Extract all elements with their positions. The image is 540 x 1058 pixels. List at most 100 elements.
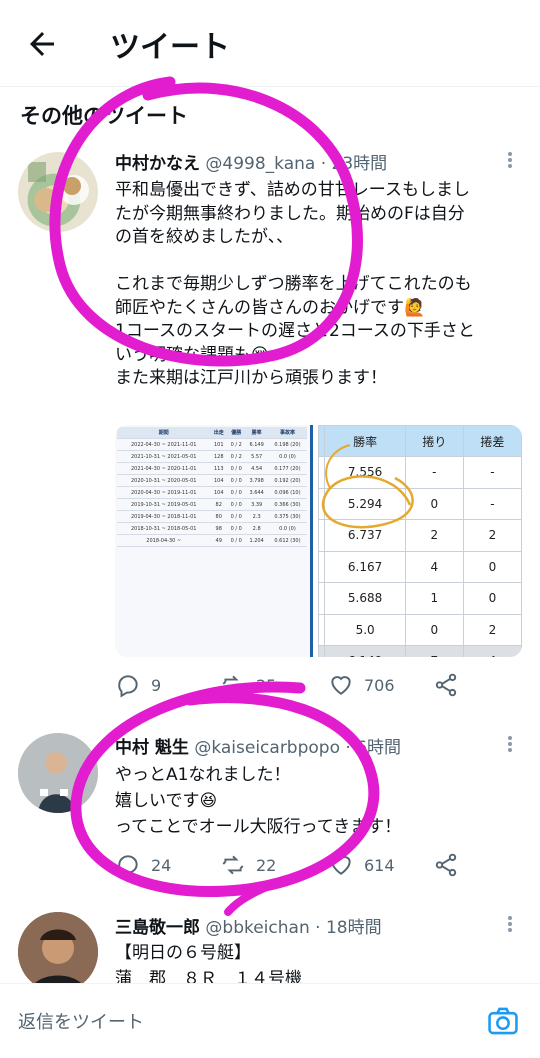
retweet-button[interactable]: 22 — [220, 852, 276, 878]
table-cell: 6.149 — [324, 645, 406, 657]
table-cell: - — [462, 487, 522, 520]
avatar-illustration-icon — [28, 162, 89, 212]
like-count: 706 — [364, 675, 395, 695]
table-cell: 3.39 — [245, 498, 268, 511]
column-header: 捲り — [404, 425, 464, 457]
table-cell: 3.798 — [245, 474, 268, 487]
table-cell: - — [404, 456, 464, 489]
stats-image-left[interactable]: 期間 出走 優勝 勝率 事故率 2022-04-30 ~ 2021-11-01 101 0 /… — [115, 425, 313, 657]
separator: · — [320, 154, 327, 174]
author-handle[interactable]: @kaiseicarbpopo — [194, 738, 340, 758]
reply-icon — [118, 855, 138, 878]
table-cell: 5.688 — [324, 582, 406, 615]
tweet-line — [115, 250, 525, 274]
tweet-actions: 24 22 614 — [115, 852, 535, 882]
timestamp[interactable]: 23時間 — [332, 154, 388, 174]
table-cell: 6.149 — [245, 438, 268, 451]
tweet-media[interactable]: 期間 出走 優勝 勝率 事故率 2022-04-30 ~ 2021-11-01 101 0 /… — [115, 425, 522, 657]
table-cell: 5.57 — [245, 450, 268, 463]
table-cell: 0.192 (20) — [267, 474, 307, 487]
table-cell: 113 — [210, 462, 228, 475]
avatar-photo-icon — [18, 733, 98, 813]
column-header: 出走 — [210, 427, 228, 439]
author-name[interactable]: 中村 魁生 — [115, 738, 189, 758]
table-cell: 2 — [462, 519, 522, 552]
author-name[interactable]: 中村かなえ — [115, 154, 200, 174]
table-cell: 4.54 — [245, 462, 268, 475]
table-cell: 101 — [210, 438, 228, 451]
table-cell: 2020-10-31 ~ 2020-05-01 — [117, 474, 211, 487]
timestamp[interactable]: 6時間 — [356, 738, 401, 758]
reply-button[interactable]: 24 — [115, 852, 171, 878]
table-cell: 2.8 — [245, 522, 268, 535]
table-cell: 2020-04-30 ~ 2019-11-01 — [117, 486, 211, 499]
table-cell: 80 — [210, 510, 228, 523]
table-row: 7.556- - — [317, 456, 522, 489]
column-header: 期間 — [117, 427, 211, 439]
stats-image-right[interactable]: 勝率 捲り 捲差 7.556- -5.294 0-6.737 2 2 6.167 4 0 5.688 1… — [317, 425, 522, 657]
table-cell: 82 — [210, 498, 228, 511]
table-row: 6.14974 — [317, 645, 522, 657]
author-name[interactable]: 三島敬一郎 — [115, 918, 200, 938]
back-arrow-icon[interactable] — [24, 26, 60, 62]
table-cell: 2018-10-31 ~ 2018-05-01 — [117, 522, 211, 535]
author-handle[interactable]: @4998_kana — [205, 154, 315, 174]
table-cell: 0 / 2 — [227, 450, 246, 463]
avatar[interactable] — [18, 733, 98, 813]
tweet-text: 平和島優出できず、詰めの甘甘レースもしまし たが今期無事終わりました。期始めのF… — [115, 179, 525, 391]
table-row: 5.294 0- — [317, 487, 522, 520]
retweet-count: 22 — [256, 855, 277, 875]
table-cell: - — [462, 456, 522, 489]
camera-icon[interactable] — [486, 1004, 520, 1038]
avatar[interactable] — [18, 152, 98, 232]
like-button[interactable]: 706 — [328, 672, 395, 698]
stats-table-left: 期間 出走 優勝 勝率 事故率 2022-04-30 ~ 2021-11-01 101 0 /… — [117, 427, 307, 547]
tweet-line: やっとA1なれました！ — [115, 765, 291, 785]
retweet-icon — [222, 855, 244, 875]
table-row: 6.167 4 0 — [317, 550, 522, 583]
tweet-line: の首を絞めましたが、、 — [115, 227, 294, 247]
column-header: 優勝 — [227, 427, 246, 439]
reply-input[interactable]: 返信をツイート — [18, 1008, 144, 1034]
retweet-button[interactable]: 25 — [220, 672, 276, 698]
more-options-icon[interactable] — [500, 734, 520, 754]
table-cell: 2021-10-31 ~ 2021-05-01 — [117, 450, 211, 463]
table-row: 2020-10-31 ~ 2020-05-01 104 0 / 0 3.798 0.19… — [117, 474, 307, 487]
share-button[interactable] — [433, 672, 459, 698]
table-cell: 0 — [462, 582, 522, 615]
table-cell: 2 — [404, 519, 464, 552]
table-cell: 6.167 — [324, 550, 406, 583]
table-cell: 2018-04-30 ~ — [117, 534, 211, 547]
author-handle[interactable]: @bbkeichan — [205, 918, 309, 938]
column-header: 捲差 — [462, 425, 522, 457]
more-options-icon[interactable] — [500, 914, 520, 934]
timestamp[interactable]: 18時間 — [326, 918, 382, 938]
retweet-count: 25 — [256, 675, 277, 695]
table-cell: 2019-10-31 ~ 2019-05-01 — [117, 498, 211, 511]
table-cell: 0 / 0 — [227, 510, 246, 523]
more-options-icon[interactable] — [500, 150, 520, 170]
table-cell: 0 / 0 — [227, 522, 246, 535]
table-cell: 0 / 0 — [227, 498, 246, 511]
table-row: 6.737 2 2 — [317, 519, 522, 552]
reply-button[interactable]: 9 — [115, 672, 161, 698]
table-row: 5.688 1 0 — [317, 582, 522, 615]
tweet-text: やっとA1なれました！ 嬉しいです😆 ってことでオール大阪行ってきます！ — [115, 762, 525, 840]
tweet-line: いう明確な課題も😔 — [115, 344, 269, 365]
retweet-icon — [222, 675, 244, 695]
share-button[interactable] — [433, 852, 459, 878]
table-cell: 104 — [210, 486, 228, 499]
column-header: 勝率 — [324, 425, 406, 457]
avatar[interactable] — [18, 912, 98, 992]
section-title: その他のツイート — [20, 104, 188, 128]
reply-count: 24 — [151, 855, 172, 875]
table-cell: 5.294 — [324, 487, 406, 520]
table-cell: 1.204 — [245, 534, 268, 547]
table-cell: 3.644 — [245, 486, 268, 499]
tweet-line: 師匠やたくさんの皆さんのおかげです🙋 — [115, 297, 426, 318]
tweet-line: 嬉しいです😆 — [115, 791, 218, 811]
table-cell: 0.198 (20) — [267, 438, 307, 451]
like-button[interactable]: 614 — [328, 852, 395, 878]
table-cell: 0.375 (30) — [267, 510, 307, 523]
table-cell: 0 / 0 — [227, 462, 246, 475]
